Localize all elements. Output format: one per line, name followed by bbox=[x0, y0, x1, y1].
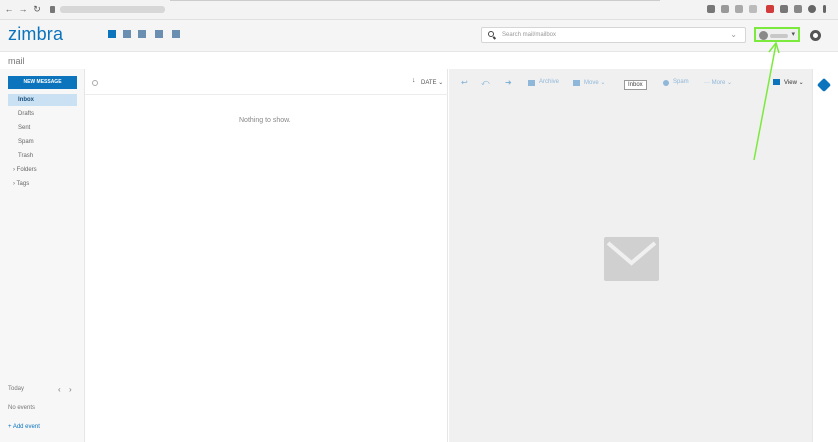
chevron-left-icon[interactable]: ‹ bbox=[58, 385, 61, 394]
bookmark-star-icon[interactable] bbox=[749, 5, 757, 13]
reload-icon[interactable]: ↻ bbox=[32, 4, 42, 15]
profile-icon[interactable] bbox=[808, 5, 816, 13]
extension-icon[interactable] bbox=[707, 5, 715, 13]
calendar-icon[interactable] bbox=[123, 30, 131, 38]
share-icon[interactable] bbox=[735, 5, 743, 13]
sidebar-item-trash[interactable]: Trash bbox=[8, 150, 77, 162]
forward-icon[interactable]: → bbox=[18, 4, 28, 15]
no-events-text: No events bbox=[8, 405, 36, 411]
reply-icon[interactable]: ↩ bbox=[461, 78, 468, 87]
extensions-puzzle-icon[interactable] bbox=[780, 5, 788, 13]
view-layout-icon[interactable] bbox=[773, 79, 780, 85]
back-icon[interactable]: ← bbox=[4, 4, 14, 15]
extension-icon[interactable] bbox=[766, 5, 774, 13]
sidebar-item-drafts[interactable]: Drafts bbox=[8, 108, 77, 120]
address-bar-url[interactable] bbox=[60, 6, 165, 13]
breadcrumb: mail bbox=[8, 56, 25, 66]
tasks-icon[interactable] bbox=[172, 30, 180, 38]
archive-icon[interactable] bbox=[528, 80, 535, 86]
sidebar-item-spam[interactable]: Spam bbox=[8, 136, 77, 148]
sidebar-icon[interactable] bbox=[794, 5, 802, 13]
message-list-header bbox=[85, 69, 448, 95]
zimbra-logo[interactable]: zimbra bbox=[8, 24, 63, 45]
chat-icon[interactable] bbox=[155, 30, 163, 38]
user-menu-button[interactable]: ▾ bbox=[754, 27, 800, 42]
spam-button[interactable]: Spam bbox=[673, 79, 689, 85]
calendar-today-label: Today bbox=[8, 386, 25, 392]
sidebar-group-folders[interactable]: › Folders bbox=[8, 164, 77, 176]
more-dropdown[interactable]: ··· More ⌄ bbox=[704, 79, 732, 86]
new-message-button[interactable]: NEW MESSAGE bbox=[8, 76, 77, 89]
forward-icon[interactable]: ➜ bbox=[505, 78, 512, 87]
search-input[interactable]: Search mail/mailbox ⌄ bbox=[481, 27, 746, 43]
select-all-checkbox[interactable] bbox=[92, 80, 98, 86]
spam-shield-icon[interactable] bbox=[663, 80, 669, 86]
user-name-blurred bbox=[770, 34, 788, 38]
view-dropdown[interactable]: View ⌄ bbox=[784, 79, 804, 86]
mail-icon[interactable] bbox=[108, 30, 116, 38]
sort-direction-icon[interactable]: ↓ bbox=[412, 77, 416, 84]
empty-list-message: Nothing to show. bbox=[239, 117, 291, 124]
move-icon[interactable] bbox=[573, 80, 580, 86]
message-list bbox=[85, 69, 448, 442]
search-placeholder: Search mail/mailbox bbox=[502, 32, 557, 38]
sidebar-item-sent[interactable]: Sent bbox=[8, 122, 77, 134]
sort-by-dropdown[interactable]: DATE ⌄ bbox=[421, 79, 443, 86]
sidebar-item-inbox[interactable]: Inbox bbox=[8, 94, 77, 106]
move-dropdown[interactable]: Move ⌄ bbox=[584, 79, 605, 86]
archive-button[interactable]: Archive bbox=[539, 79, 559, 85]
add-event-link[interactable]: + Add event bbox=[8, 424, 40, 430]
chevron-down-icon[interactable]: ⌄ bbox=[730, 30, 737, 39]
sidebar-group-tags[interactable]: › Tags bbox=[8, 178, 77, 190]
gear-icon[interactable] bbox=[810, 30, 821, 41]
right-rail bbox=[812, 69, 838, 442]
menu-kebab-icon[interactable] bbox=[823, 5, 826, 13]
tooltip: Inbox bbox=[624, 80, 647, 90]
envelope-icon bbox=[606, 241, 657, 266]
reply-all-icon[interactable]: ⤺ bbox=[481, 78, 490, 88]
lock-icon bbox=[50, 6, 55, 13]
tab-strip-divider bbox=[170, 0, 660, 1]
extension-icon[interactable] bbox=[721, 5, 729, 13]
briefcase-icon[interactable] bbox=[138, 30, 146, 38]
avatar bbox=[759, 31, 768, 40]
envelope-icon bbox=[604, 237, 659, 281]
chevron-right-icon[interactable]: › bbox=[69, 385, 72, 394]
caret-down-icon: ▾ bbox=[791, 31, 795, 38]
search-icon bbox=[488, 31, 494, 37]
